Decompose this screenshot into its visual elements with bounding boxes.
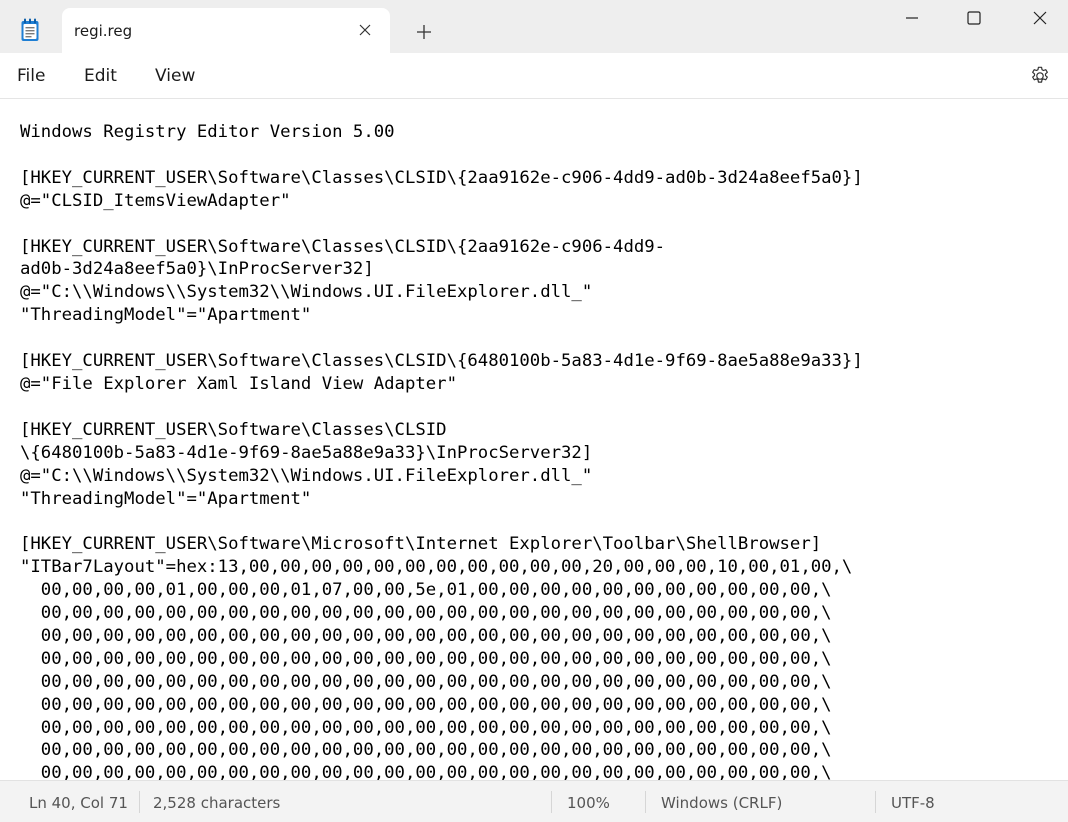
menu-view[interactable]: View <box>155 66 195 86</box>
editor-line[interactable]: [HKEY_CURRENT_USER\Software\Classes\CLSI… <box>20 167 1060 190</box>
close-icon[interactable] <box>352 17 378 43</box>
editor-line[interactable]: @="C:\\Windows\\System32\\Windows.UI.Fil… <box>20 465 1060 488</box>
editor-line[interactable]: "ThreadingModel"="Apartment" <box>20 488 1060 511</box>
editor-line[interactable]: \{6480100b-5a83-4d1e-9f69-8ae5a88e9a33}\… <box>20 442 1060 465</box>
settings-button[interactable] <box>1028 64 1052 88</box>
maximize-button[interactable] <box>951 0 997 36</box>
plus-icon <box>417 25 431 39</box>
status-bar: Ln 40, Col 71 2,528 characters 100% Wind… <box>0 780 1068 822</box>
tab-regi-reg[interactable]: regi.reg <box>62 8 390 53</box>
editor-line[interactable]: "ITBar7Layout"=hex:13,00,00,00,00,00,00,… <box>20 556 1060 579</box>
character-count: 2,528 characters <box>153 794 281 812</box>
minimize-button[interactable] <box>889 0 935 36</box>
new-tab-button[interactable] <box>408 18 440 46</box>
editor-line[interactable]: 00,00,00,00,00,00,00,00,00,00,00,00,00,0… <box>20 717 1060 740</box>
editor-line[interactable]: @="C:\\Windows\\System32\\Windows.UI.Fil… <box>20 281 1060 304</box>
editor-line[interactable]: "ThreadingModel"="Apartment" <box>20 304 1060 327</box>
editor-line[interactable]: 00,00,00,00,00,00,00,00,00,00,00,00,00,0… <box>20 648 1060 671</box>
title-bar: regi.reg <box>0 0 1068 53</box>
close-window-button[interactable] <box>1017 0 1063 36</box>
tab-title: regi.reg <box>74 22 133 40</box>
notepad-icon <box>20 18 40 42</box>
zoom-level[interactable]: 100% <box>567 794 610 812</box>
editor-line[interactable]: 00,00,00,00,00,00,00,00,00,00,00,00,00,0… <box>20 602 1060 625</box>
editor-line[interactable]: [HKEY_CURRENT_USER\Software\Classes\CLSI… <box>20 236 1060 259</box>
close-icon <box>1033 11 1047 25</box>
gear-icon <box>1032 66 1048 83</box>
cursor-position[interactable]: Ln 40, Col 71 <box>29 794 128 812</box>
status-divider <box>875 791 876 813</box>
editor-line[interactable]: 00,00,00,00,00,00,00,00,00,00,00,00,00,0… <box>20 739 1060 762</box>
editor-line[interactable] <box>20 327 1060 350</box>
editor-line[interactable]: ad0b-3d24a8eef5a0}\InProcServer32] <box>20 258 1060 281</box>
editor-line[interactable]: 00,00,00,00,01,00,00,00,01,07,00,00,5e,0… <box>20 579 1060 602</box>
editor-line[interactable]: 00,00,00,00,00,00,00,00,00,00,00,00,00,0… <box>20 671 1060 694</box>
encoding[interactable]: UTF-8 <box>891 794 935 812</box>
editor-line[interactable]: 00,00,00,00,00,00,00,00,00,00,00,00,00,0… <box>20 694 1060 717</box>
status-divider <box>551 791 552 813</box>
editor-line[interactable] <box>20 213 1060 236</box>
editor-line[interactable]: 00,00,00,00,00,00,00,00,00,00,00,00,00,0… <box>20 762 1060 780</box>
text-editor[interactable]: Windows Registry Editor Version 5.00 [HK… <box>0 99 1068 780</box>
editor-line[interactable]: [HKEY_CURRENT_USER\Software\Classes\CLSI… <box>20 350 1060 373</box>
editor-line[interactable]: 00,00,00,00,00,00,00,00,00,00,00,00,00,0… <box>20 625 1060 648</box>
maximize-icon <box>967 11 981 25</box>
line-ending[interactable]: Windows (CRLF) <box>661 794 782 812</box>
editor-line[interactable]: [HKEY_CURRENT_USER\Software\Classes\CLSI… <box>20 419 1060 442</box>
editor-line[interactable]: [HKEY_CURRENT_USER\Software\Microsoft\In… <box>20 533 1060 556</box>
editor-line[interactable]: @="File Explorer Xaml Island View Adapte… <box>20 373 1060 396</box>
menu-file[interactable]: File <box>17 66 45 86</box>
status-divider <box>139 791 140 813</box>
editor-line[interactable] <box>20 144 1060 167</box>
menu-bar: File Edit View <box>0 53 1068 99</box>
editor-content[interactable]: Windows Registry Editor Version 5.00 [HK… <box>20 121 1060 780</box>
menu-edit[interactable]: Edit <box>84 66 117 86</box>
status-divider <box>645 791 646 813</box>
editor-line[interactable]: Windows Registry Editor Version 5.00 <box>20 121 1060 144</box>
editor-line[interactable] <box>20 510 1060 533</box>
minimize-icon <box>906 17 918 19</box>
editor-line[interactable] <box>20 396 1060 419</box>
editor-line[interactable]: @="CLSID_ItemsViewAdapter" <box>20 190 1060 213</box>
